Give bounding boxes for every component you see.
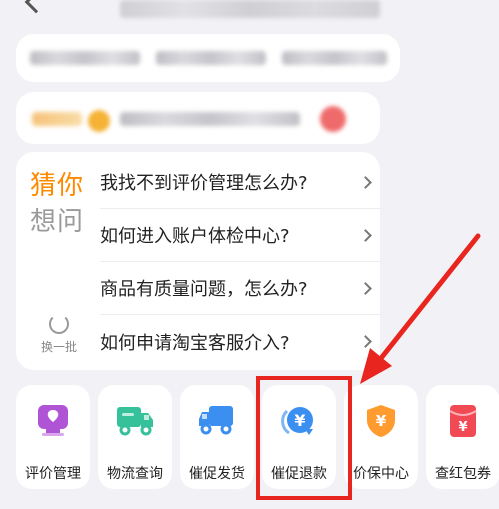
pointer-arrow-icon [360,233,481,384]
